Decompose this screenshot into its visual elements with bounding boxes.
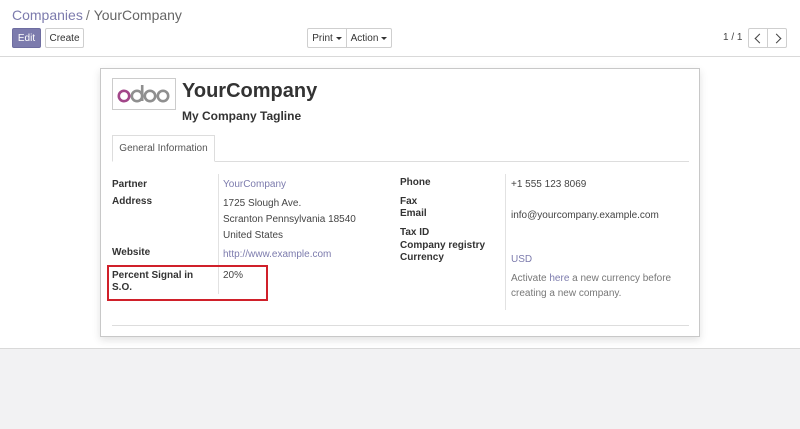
currency-help-after: a new currency before [569, 273, 672, 284]
action-label: Action [350, 32, 379, 44]
website-link[interactable]: http://www.example.com [223, 249, 331, 260]
address-street: 1725 Slough Ave. [223, 198, 302, 209]
odoo-logo-icon [117, 85, 170, 103]
breadcrumb-current: YourCompany [93, 7, 182, 23]
currency-label: Currency [400, 252, 444, 263]
caret-down-icon [381, 36, 388, 40]
pager-next-button[interactable] [767, 28, 787, 48]
currency-help-before: Activate [511, 273, 550, 284]
currency-activate-link[interactable]: here [549, 273, 569, 284]
email-value: info@yourcompany.example.com [511, 210, 659, 221]
company-name: YourCompany [182, 80, 318, 102]
print-label: Print [312, 32, 333, 44]
address-country: United States [223, 230, 284, 241]
company-registry-label: Company registry [400, 240, 486, 251]
breadcrumb-separator: / [85, 7, 90, 23]
bottom-divider [112, 325, 689, 326]
currency-help-line2: creating a new company. [511, 288, 622, 299]
chevron-right-icon [771, 33, 781, 43]
pager-previous-button[interactable] [748, 28, 768, 48]
control-panel: Companies / YourCompany Edit Create Print … [0, 0, 800, 57]
breadcrumb: Companies / YourCompany [12, 7, 182, 23]
chevron-left-icon [754, 33, 764, 43]
currency-link[interactable]: USD [511, 254, 532, 265]
address-label: Address [112, 196, 153, 207]
email-label: Email [400, 208, 427, 219]
partner-label: Partner [112, 179, 148, 190]
caret-down-icon [335, 36, 342, 40]
edit-button[interactable]: Edit [12, 28, 41, 48]
right-column-divider [505, 174, 506, 310]
highlight-box [107, 265, 268, 301]
partner-link[interactable]: YourCompany [223, 179, 286, 190]
breadcrumb-companies-link[interactable]: Companies [12, 7, 83, 23]
company-tagline: My Company Tagline [182, 109, 302, 123]
currency-help-text: Activate here a new currency before [511, 273, 671, 284]
tab-general-information[interactable]: General Information [112, 135, 215, 162]
website-label: Website [112, 247, 151, 258]
create-button[interactable]: Create [45, 28, 84, 48]
action-dropdown-button[interactable]: Action [346, 28, 392, 48]
phone-label: Phone [400, 177, 431, 188]
fax-label: Fax [400, 196, 418, 207]
address-city-line: Scranton Pennsylvania 18540 [223, 214, 356, 225]
company-logo[interactable] [112, 78, 176, 110]
pager-value[interactable]: 1 / 1 [723, 32, 742, 43]
print-dropdown-button[interactable]: Print [307, 28, 347, 48]
tax-id-label: Tax ID [400, 227, 430, 238]
phone-value: +1 555 123 8069 [511, 179, 587, 190]
